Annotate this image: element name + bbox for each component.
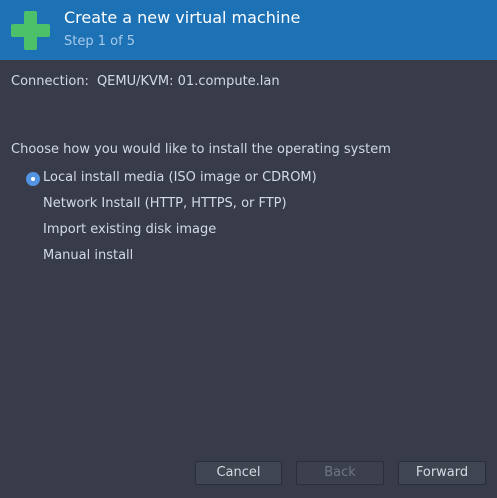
install-option-label[interactable]: Manual install: [43, 248, 133, 263]
install-option-network[interactable]: Network Install (HTTP, HTTPS, or FTP): [26, 195, 386, 215]
wizard-header: Create a new virtual machine Step 1 of 5: [0, 0, 497, 60]
radio-selected-icon[interactable]: [26, 172, 40, 186]
plus-icon: [11, 11, 50, 50]
new-vm-wizard-window: Create a new virtual machine Step 1 of 5…: [0, 0, 497, 498]
radio-unselected-icon[interactable]: [26, 198, 40, 212]
connection-label: Connection:: [11, 74, 89, 89]
connection-value: QEMU/KVM: 01.compute.lan: [96, 74, 280, 89]
cancel-button[interactable]: Cancel: [195, 461, 282, 485]
install-option-local-media[interactable]: Local install media (ISO image or CDROM): [26, 169, 386, 189]
install-option-manual[interactable]: Manual install: [26, 247, 386, 267]
wizard-title: Create a new virtual machine: [64, 8, 301, 27]
install-option-label[interactable]: Local install media (ISO image or CDROM): [43, 170, 317, 185]
radio-unselected-icon[interactable]: [26, 224, 40, 238]
forward-button[interactable]: Forward: [398, 461, 486, 485]
wizard-step-indicator: Step 1 of 5: [64, 34, 136, 49]
radio-unselected-icon[interactable]: [26, 250, 40, 264]
back-button[interactable]: Back: [296, 461, 384, 485]
install-option-label[interactable]: Import existing disk image: [43, 222, 216, 237]
install-option-label[interactable]: Network Install (HTTP, HTTPS, or FTP): [43, 196, 287, 211]
install-option-import-disk[interactable]: Import existing disk image: [26, 221, 386, 241]
install-method-prompt: Choose how you would like to install the…: [11, 142, 391, 157]
connection-info: Connection: QEMU/KVM: 01.compute.lan: [11, 74, 280, 89]
